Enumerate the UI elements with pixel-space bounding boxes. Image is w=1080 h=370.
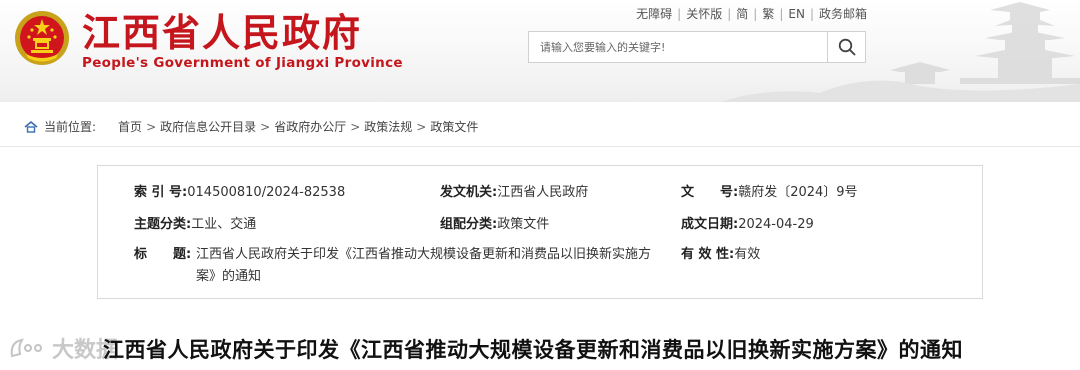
divider <box>0 146 1080 147</box>
breadcrumb-label: 当前位置: <box>44 120 97 134</box>
index-number-value: 014500810/2024-82538 <box>187 185 346 200</box>
document-title-label: 标 题: <box>134 247 192 262</box>
watermark-logo-icon <box>10 338 42 358</box>
breadcrumb-policies[interactable]: 政策法规 <box>364 118 412 135</box>
grouping-category: 组配分类:政策文件 <box>440 216 549 234</box>
document-number-value: 赣府发〔2024〕9号 <box>738 185 858 200</box>
site-title[interactable]: 江西省人民政府 <box>82 8 362 58</box>
top-links: 无障碍 | 关怀版 | 简 | 繁 | EN | 政务邮箱 <box>636 5 867 22</box>
site-header: 江西省人民政府 People's Government of Jiangxi P… <box>0 0 1080 102</box>
divider: | <box>753 6 758 21</box>
chevron-right-icon: > <box>260 119 271 134</box>
search-box <box>528 31 866 63</box>
search-input[interactable] <box>529 32 827 62</box>
divider: | <box>677 6 682 21</box>
written-date: 成文日期:2024-04-29 <box>681 216 814 234</box>
watermark: 大数据 <box>8 332 118 364</box>
breadcrumb-gov-info[interactable]: 政府信息公开目录 <box>160 118 256 135</box>
english-link[interactable]: EN <box>788 7 805 21</box>
chevron-right-icon: > <box>350 119 361 134</box>
breadcrumb-policy-docs[interactable]: 政策文件 <box>430 118 478 135</box>
document-number-label: 文 号: <box>681 185 739 200</box>
national-emblem-icon <box>15 11 69 65</box>
divider: | <box>809 6 814 21</box>
topic-category: 主题分类:工业、交通 <box>134 216 256 234</box>
document-title-value: 江西省人民政府关于印发《江西省推动大规模设备更新和消费品以旧换新实施方案》的通知 <box>196 247 652 284</box>
article-title: 江西省人民政府关于印发《江西省推动大规模设备更新和消费品以旧换新实施方案》的通知 <box>103 338 963 362</box>
document-number: 文 号:赣府发〔2024〕9号 <box>681 184 858 202</box>
breadcrumb: 当前位置: 首页 > 政府信息公开目录 > 省政府办公厅 > 政策法规 > 政策… <box>24 118 478 135</box>
validity: 有 效 性:有效 <box>681 246 760 264</box>
simplified-chinese-link[interactable]: 简 <box>736 5 748 22</box>
grouping-category-label: 组配分类: <box>440 217 498 232</box>
breadcrumb-general-office[interactable]: 省政府办公厅 <box>274 118 346 135</box>
issuing-authority-label: 发文机关: <box>440 185 498 200</box>
chevron-right-icon: > <box>146 119 157 134</box>
accessibility-link[interactable]: 无障碍 <box>636 5 672 22</box>
validity-label: 有 效 性: <box>681 247 735 262</box>
document-info-table: 索 引 号:014500810/2024-82538 发文机关:江西省人民政府 … <box>97 165 983 299</box>
divider: | <box>779 6 784 21</box>
issuing-authority: 发文机关:江西省人民政府 <box>440 184 588 202</box>
breadcrumb-home[interactable]: 首页 <box>118 118 142 135</box>
traditional-chinese-link[interactable]: 繁 <box>762 5 774 22</box>
chevron-right-icon: > <box>416 119 427 134</box>
search-icon <box>838 38 855 56</box>
grouping-category-value: 政策文件 <box>497 217 550 232</box>
elderly-mode-link[interactable]: 关怀版 <box>686 5 722 22</box>
divider: | <box>727 6 732 21</box>
written-date-value: 2024-04-29 <box>738 217 814 232</box>
issuing-authority-value: 江西省人民政府 <box>497 185 589 200</box>
written-date-label: 成文日期: <box>681 217 739 232</box>
validity-value: 有效 <box>734 247 761 262</box>
site-subtitle: People's Government of Jiangxi Province <box>82 55 403 71</box>
index-number: 索 引 号:014500810/2024-82538 <box>134 184 345 202</box>
topic-category-label: 主题分类: <box>134 217 192 232</box>
home-icon <box>24 120 38 133</box>
gov-mailbox-link[interactable]: 政务邮箱 <box>819 5 867 22</box>
search-button[interactable] <box>827 32 865 62</box>
index-number-label: 索 引 号: <box>134 185 188 200</box>
topic-category-value: 工业、交通 <box>191 217 257 232</box>
